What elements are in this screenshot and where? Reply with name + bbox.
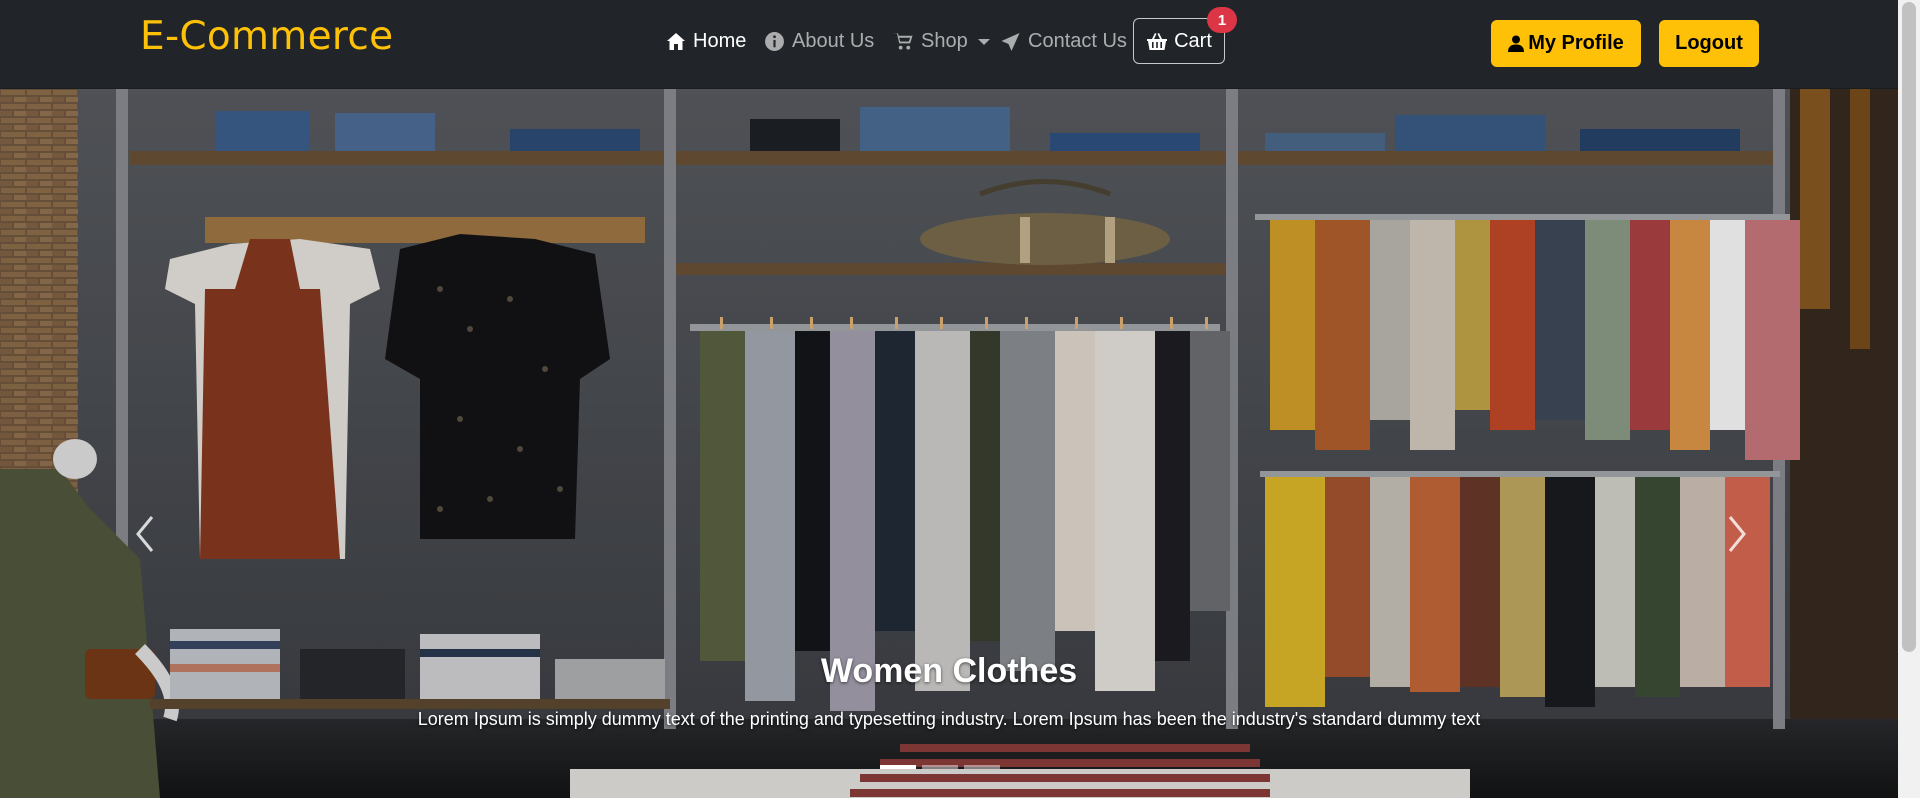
- cart-label: Cart: [1174, 29, 1212, 52]
- info-icon: [765, 32, 784, 51]
- cart-icon: [893, 32, 913, 50]
- carousel-prev-icon[interactable]: [124, 509, 164, 559]
- navbar: E-Commerce Home About Us Shop Contact Us…: [0, 0, 1898, 89]
- home-icon: [667, 33, 685, 50]
- cart-button[interactable]: Cart 1: [1133, 7, 1237, 64]
- carousel-indicator-3[interactable]: [964, 765, 1000, 769]
- my-profile-button[interactable]: My Profile: [1491, 20, 1641, 67]
- chevron-down-icon: [977, 38, 990, 45]
- carousel-caption-title: Women Clothes: [820, 652, 1078, 690]
- my-profile-label: My Profile: [1528, 32, 1624, 54]
- nav-contact-label: Contact Us: [1028, 30, 1127, 52]
- nav-home[interactable]: Home: [666, 30, 746, 53]
- page-scrollbar[interactable]: [1898, 0, 1920, 798]
- nav-about-label: About Us: [792, 30, 875, 52]
- basket-icon: [1147, 32, 1168, 50]
- carousel-next-icon[interactable]: [1718, 509, 1758, 559]
- carousel-indicator-1[interactable]: [880, 765, 916, 769]
- carousel-caption-text: Lorem Ipsum is simply dummy text of the …: [417, 709, 1481, 729]
- brand-logo[interactable]: E-Commerce: [140, 14, 393, 59]
- store-interior-image: [0, 89, 1898, 798]
- logout-button[interactable]: Logout: [1659, 20, 1759, 67]
- paper-plane-icon: [1001, 32, 1020, 51]
- nav-shop[interactable]: Shop: [893, 30, 990, 53]
- carousel-indicator-2[interactable]: [922, 765, 958, 769]
- cart-count-badge: 1: [1207, 7, 1237, 33]
- nav-about[interactable]: About Us: [764, 30, 874, 53]
- user-icon: [1508, 35, 1525, 52]
- nav-home-label: Home: [693, 30, 747, 52]
- hero-carousel: [0, 89, 1898, 798]
- logout-label: Logout: [1675, 32, 1743, 54]
- nav-contact[interactable]: Contact Us: [1000, 30, 1127, 53]
- scrollbar-thumb[interactable]: [1902, 2, 1916, 652]
- nav-shop-label: Shop: [921, 30, 968, 52]
